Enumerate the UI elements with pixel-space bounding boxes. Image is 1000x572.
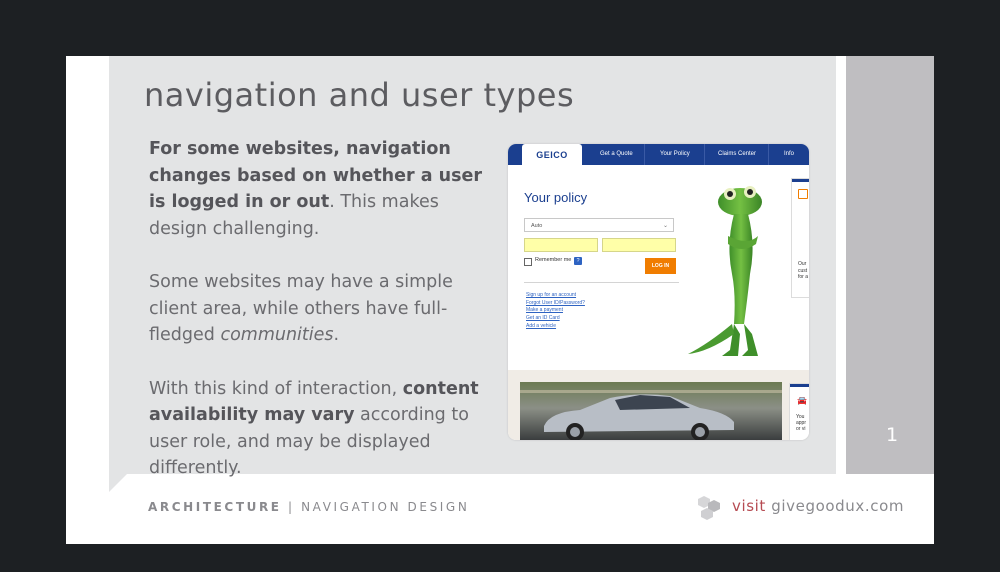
- footer-separator: |: [288, 500, 295, 514]
- user-id-field: [524, 238, 598, 252]
- panel-divider: [836, 56, 846, 474]
- login-button: LOG IN: [645, 258, 676, 274]
- form-divider: [524, 282, 679, 283]
- nav-separator: [644, 144, 645, 165]
- link-add-vehicle: Add a vehicle: [526, 322, 557, 329]
- your-policy-heading: Your policy: [524, 190, 588, 205]
- nav-get-a-quote: Get a Quote: [600, 151, 633, 157]
- footer-section-rest: NAVIGATION DESIGN: [301, 500, 470, 514]
- paragraph-2-end: .: [333, 325, 340, 345]
- paragraph-2: Some websites may have a simple client a…: [149, 269, 484, 349]
- footer-section-label: ARCHITECTURE | NAVIGATION DESIGN: [148, 500, 469, 514]
- paragraph-3-start: With this kind of interaction,: [149, 378, 403, 399]
- policy-type-select: Auto ⌄: [524, 218, 674, 232]
- geico-nav-bar: GEICO Get a Quote Your Policy Claims Cen…: [508, 144, 809, 178]
- paragraph-3: With this kind of interaction, content a…: [149, 376, 484, 482]
- link-sign-up: Sign up for an account: [526, 292, 577, 298]
- link-forgot-password: Forgot User ID/Password?: [526, 299, 585, 306]
- link-id-card: Get an ID Card: [526, 315, 560, 322]
- givegoodux-logo-icon: [698, 496, 720, 520]
- bottom-card-text: You appr or vi: [796, 414, 806, 432]
- gecko-mascot-image: [688, 186, 762, 356]
- link-make-payment: Make a payment: [526, 307, 563, 314]
- side-card-line: for a: [798, 274, 809, 280]
- password-field: [602, 238, 676, 252]
- slide-body: For some websites, navigation changes ba…: [149, 136, 484, 509]
- nav-separator: [768, 144, 769, 165]
- account-links: Sign up for an account Forgot User ID/Pa…: [526, 292, 585, 331]
- bottom-info-card: 🚘 You appr or vi: [789, 383, 809, 440]
- paragraph-1: For some websites, navigation changes ba…: [149, 136, 484, 242]
- slide-title: navigation and user types: [144, 76, 575, 114]
- chevron-down-icon: ⌄: [662, 223, 668, 229]
- footer-visit-label: visit: [732, 497, 766, 515]
- calendar-icon: [798, 189, 808, 199]
- nav-info-center: Info Center: [784, 151, 803, 178]
- paragraph-2-italic: communities: [220, 325, 334, 345]
- side-card-text: Our cust for a: [798, 261, 808, 281]
- help-icon: ?: [574, 257, 582, 265]
- remember-me-label: Remember me: [535, 257, 572, 263]
- bottom-card-line: or vi: [796, 426, 806, 432]
- card-accent: [790, 384, 809, 387]
- footer-section-bold: ARCHITECTURE: [148, 500, 282, 514]
- side-strip: [846, 56, 934, 474]
- car-icon: 🚘: [797, 396, 807, 405]
- slide-margin: [66, 56, 109, 474]
- nav-separator: [704, 144, 705, 165]
- footer-site-link[interactable]: visit givegoodux.com: [732, 497, 904, 515]
- remember-me-checkbox: [524, 258, 532, 266]
- geico-screenshot: GEICO Get a Quote Your Policy Claims Cen…: [508, 144, 809, 440]
- page-number: 1: [886, 424, 899, 446]
- geico-logo: GEICO: [522, 144, 582, 166]
- policy-type-value: Auto: [531, 223, 543, 229]
- car-photo: [520, 382, 782, 440]
- presentation-slide: navigation and user types For some websi…: [66, 56, 934, 544]
- nav-claims-center: Claims Center: [718, 151, 757, 157]
- nav-your-policy: Your Policy: [660, 151, 690, 157]
- panel-notch: [109, 474, 127, 492]
- footer-site-url: givegoodux.com: [771, 497, 905, 515]
